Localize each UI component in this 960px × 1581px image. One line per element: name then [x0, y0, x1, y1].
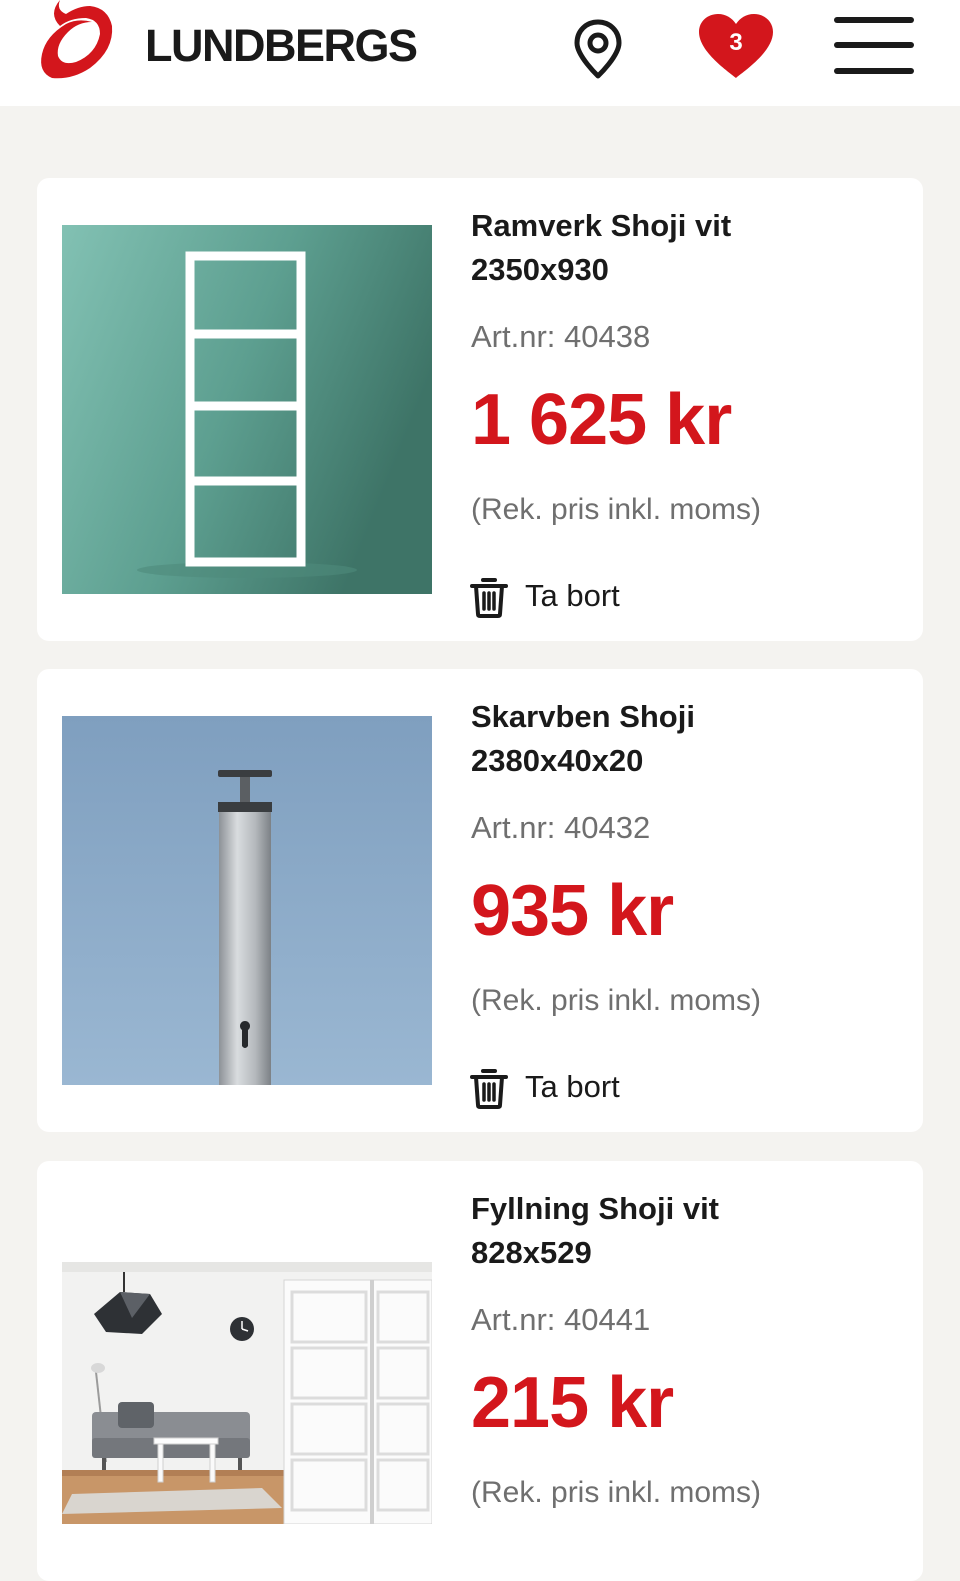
remove-button[interactable]: Ta bort: [469, 1065, 649, 1111]
favorites-count-badge: 3: [729, 29, 743, 56]
favorite-item-card: Skarvben Shoji 2380x40x20 Art.nr: 40432 …: [37, 669, 923, 1132]
product-image[interactable]: [62, 225, 432, 594]
product-image[interactable]: [62, 1262, 432, 1524]
favorites-button[interactable]: 3: [695, 12, 777, 80]
product-title[interactable]: Fyllning Shoji vit 828x529: [471, 1187, 891, 1275]
favorite-item-card: Fyllning Shoji vit 828x529 Art.nr: 40441…: [37, 1161, 923, 1581]
price-note: (Rek. pris inkl. moms): [471, 984, 762, 1017]
remove-button[interactable]: Ta bort: [469, 574, 649, 620]
brand-name[interactable]: LUNDBERGS: [145, 20, 418, 72]
product-price: 215 kr: [471, 1363, 674, 1443]
article-number: Art.nr: 40441: [471, 1302, 651, 1337]
price-note: (Rek. pris inkl. moms): [471, 493, 762, 526]
product-price: 1 625 kr: [471, 380, 732, 460]
product-price: 935 kr: [471, 871, 674, 951]
product-title[interactable]: Skarvben Shoji 2380x40x20: [471, 695, 891, 783]
location-pin-icon[interactable]: [567, 18, 629, 80]
price-note: (Rek. pris inkl. moms): [471, 1476, 762, 1509]
product-title[interactable]: Ramverk Shoji vit 2350x930: [471, 204, 891, 292]
hamburger-menu-icon[interactable]: [834, 17, 914, 77]
site-header: LUNDBERGS 3: [0, 0, 960, 106]
remove-label: Ta bort: [525, 1069, 620, 1104]
remove-label: Ta bort: [525, 578, 620, 613]
article-number: Art.nr: 40432: [471, 810, 651, 845]
article-number: Art.nr: 40438: [471, 319, 651, 354]
product-image[interactable]: [62, 716, 432, 1085]
trash-icon: [470, 578, 508, 618]
lundbergs-logo-icon[interactable]: [38, 0, 114, 84]
trash-icon: [470, 1069, 508, 1109]
favorite-item-card: Ramverk Shoji vit 2350x930 Art.nr: 40438…: [37, 178, 923, 641]
